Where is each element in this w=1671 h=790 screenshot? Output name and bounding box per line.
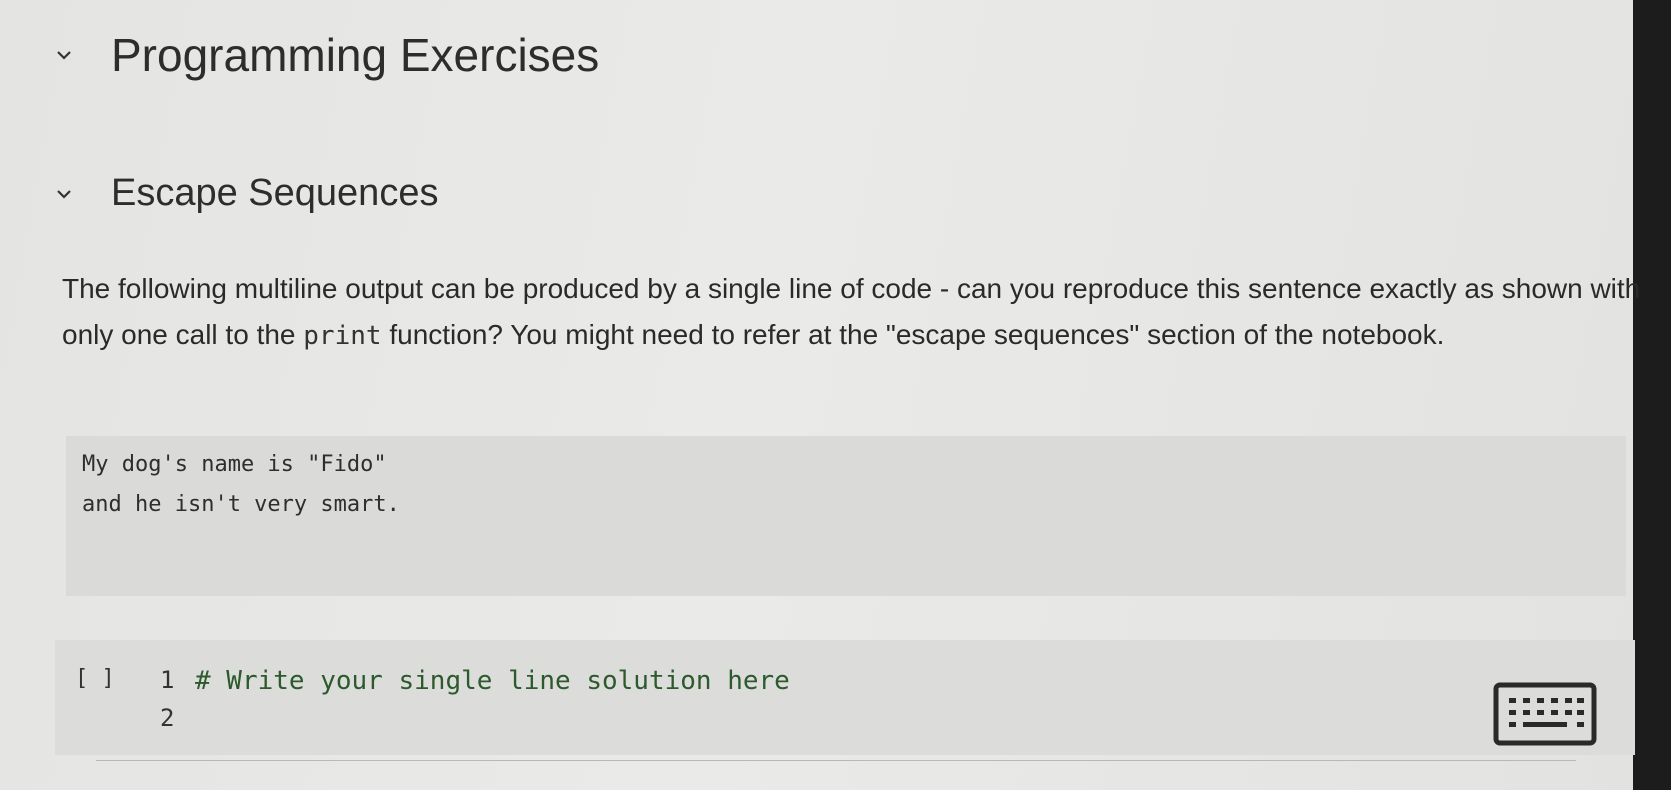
section-title: Programming Exercises <box>111 29 600 81</box>
inline-code-print: print <box>303 321 382 351</box>
section-header-programming-exercises[interactable]: Programming Exercises <box>55 28 599 82</box>
line-number-1: 1 <box>160 666 175 694</box>
code-cell[interactable]: [ ] 1 # Write your single line solution … <box>55 640 1635 755</box>
output-line-1: My dog's name is "Fido" <box>82 452 387 477</box>
chevron-down-icon[interactable] <box>55 46 73 64</box>
chevron-down-icon[interactable] <box>55 185 73 203</box>
keyboard-icon[interactable] <box>1493 682 1597 746</box>
output-line-2: and he isn't very smart. <box>82 492 400 517</box>
line-number-2: 2 <box>160 704 175 732</box>
expected-output-block: My dog's name is "Fido" and he isn't ver… <box>66 436 1626 596</box>
subsection-title: Escape Sequences <box>111 172 439 214</box>
description-text-continued: function? You might need to refer at the… <box>381 319 1445 350</box>
screen-bezel <box>1633 0 1671 790</box>
run-cell-button[interactable]: [ ] <box>75 666 115 691</box>
divider <box>96 760 1576 761</box>
code-line-1[interactable]: # Write your single line solution here <box>195 666 790 696</box>
exercise-description: The following multiline output can be pr… <box>62 266 1642 359</box>
section-header-escape-sequences[interactable]: Escape Sequences <box>55 172 438 215</box>
